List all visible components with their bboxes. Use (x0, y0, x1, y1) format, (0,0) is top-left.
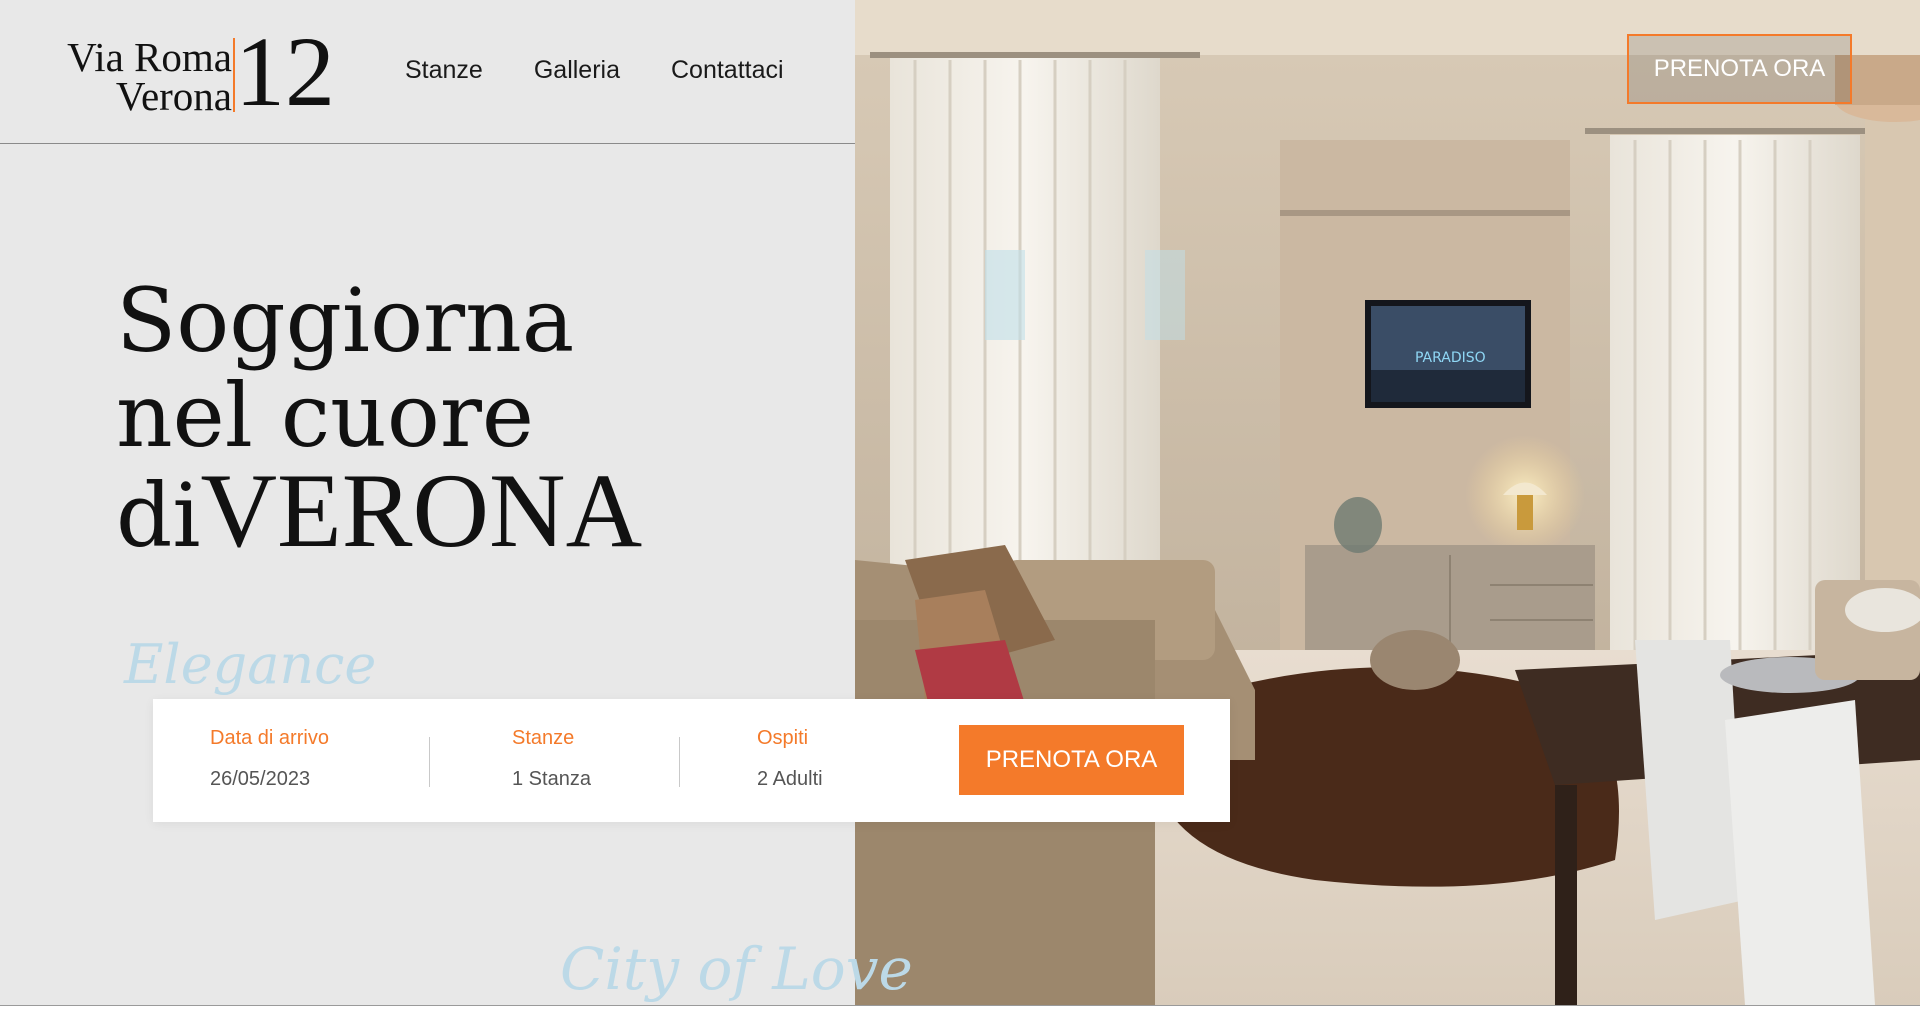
nav-galleria[interactable]: Galleria (534, 56, 620, 85)
rooms-value[interactable]: 1 Stanza (512, 768, 591, 791)
logo-line1: Via Roma (67, 34, 232, 80)
rooms-label: Stanze (512, 727, 575, 749)
city-of-love-script: City of Love (560, 935, 913, 1003)
rooms-field[interactable]: Stanze 1 Stanza (512, 727, 591, 791)
logo[interactable]: Via Roma Verona 12 (42, 22, 342, 122)
hero-line3-city: VERONA (200, 452, 643, 569)
logo-number: 12 (235, 16, 335, 127)
hero-line1: Soggiorna (116, 269, 575, 372)
guests-value[interactable]: 2 Adulti (757, 768, 823, 791)
prenota-ora-booking-button[interactable]: PRENOTA ORA (959, 725, 1184, 795)
header-divider (0, 143, 855, 144)
hero-line3-prefix: di (116, 464, 201, 567)
hero-photo: PARADISO (855, 0, 1920, 1005)
logo-line2: Verona (115, 73, 232, 119)
elegance-script: Elegance (124, 633, 377, 696)
prenota-ora-header-button[interactable]: PRENOTA ORA (1627, 34, 1852, 104)
bottom-strip (0, 1005, 1920, 1027)
arrival-date-field[interactable]: Data di arrivo 26/05/2023 (210, 727, 329, 791)
main-nav: Stanze Galleria Contattaci (405, 56, 784, 85)
nav-contattaci[interactable]: Contattaci (671, 56, 784, 85)
booking-divider (429, 737, 430, 787)
arrival-date-value[interactable]: 26/05/2023 (210, 768, 329, 791)
booking-divider (679, 737, 680, 787)
booking-bar: Data di arrivo 26/05/2023 Stanze 1 Stanz… (153, 699, 1230, 822)
hero-line3: diVERONA (116, 458, 642, 564)
arrival-date-label: Data di arrivo (210, 727, 329, 749)
guests-field[interactable]: Ospiti 2 Adulti (757, 727, 823, 791)
hero-line2: nel cuore (116, 364, 534, 467)
svg-text:PARADISO: PARADISO (1415, 350, 1486, 366)
nav-stanze[interactable]: Stanze (405, 56, 483, 85)
guests-label: Ospiti (757, 727, 809, 749)
hero-title: Soggiorna nel cuore diVERONA (116, 269, 642, 564)
